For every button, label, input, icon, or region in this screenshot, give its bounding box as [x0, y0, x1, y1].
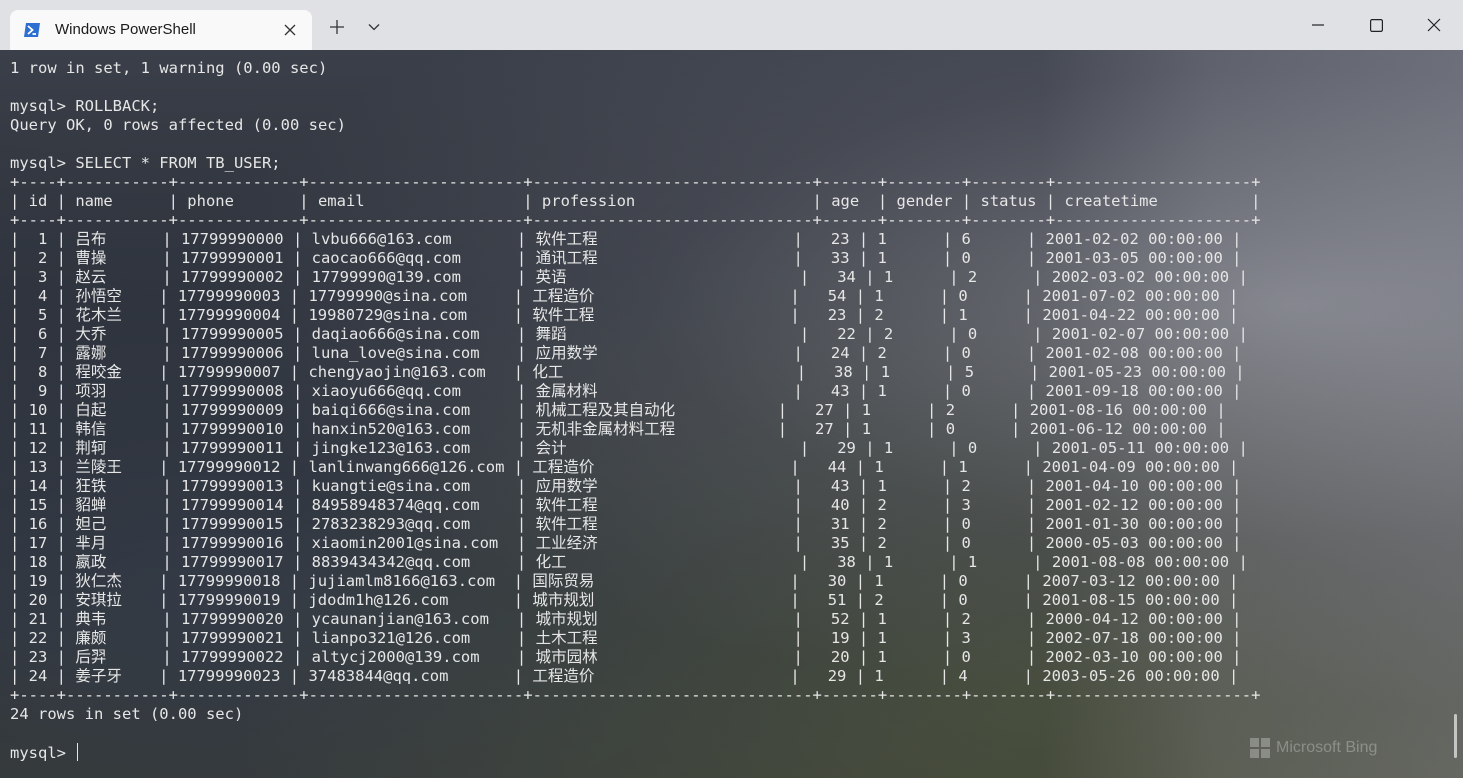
- terminal-line: | 10 | 白起 | 17799990009 | baiqi666@sina.…: [10, 401, 1226, 419]
- maximize-icon: [1369, 18, 1383, 32]
- close-tab-icon[interactable]: [282, 22, 298, 38]
- powershell-icon: [24, 23, 40, 37]
- text-cursor: [77, 743, 79, 761]
- chevron-down-icon: [368, 24, 380, 31]
- tab-title: Windows PowerShell: [55, 21, 196, 38]
- terminal-line: | 18 | 嬴政 | 17799990017 | 8839434342@qq.…: [10, 553, 1248, 571]
- prompt-line[interactable]: mysql>: [10, 743, 1260, 762]
- terminal-line: +----+-----------+-------------+--------…: [10, 211, 1261, 229]
- plus-icon: [330, 20, 344, 34]
- terminal-line: | 13 | 兰陵王 | 17799990012 | lanlinwang666…: [10, 458, 1239, 476]
- terminal-line: | 3 | 赵云 | 17799990002 | 17799990@139.co…: [10, 268, 1248, 286]
- terminal-line: | 24 | 姜子牙 | 17799990023 | 37483844@qq.c…: [10, 667, 1239, 685]
- terminal-line: | 14 | 狂铁 | 17799990013 | kuangtie@sina.…: [10, 477, 1242, 495]
- terminal-line: | 1 | 吕布 | 17799990000 | lvbu666@163.com…: [10, 230, 1242, 248]
- terminal-output[interactable]: 1 row in set, 1 warning (0.00 sec) mysql>…: [0, 50, 1463, 778]
- tab-dropdown-button[interactable]: [361, 14, 387, 40]
- terminal-line: mysql> SELECT * FROM TB_USER;: [10, 154, 281, 172]
- terminal-line: | 12 | 荆轲 | 17799990011 | jingke123@163.…: [10, 439, 1248, 457]
- terminal-line: | 15 | 貂蝉 | 17799990014 | 84958948374@qq…: [10, 496, 1242, 514]
- terminal-line: | id | name | phone | email | profession…: [10, 192, 1261, 210]
- terminal-lines: 1 row in set, 1 warning (0.00 sec) mysql>…: [10, 59, 1260, 762]
- terminal-line: Query OK, 0 rows affected (0.00 sec): [10, 116, 346, 134]
- watermark-text: Microsoft Bing: [1276, 739, 1378, 756]
- close-window-button[interactable]: [1405, 0, 1463, 50]
- terminal-line: | 11 | 韩信 | 17799990010 | hanxin520@163.…: [10, 420, 1226, 438]
- maximize-button[interactable]: [1347, 0, 1405, 50]
- terminal-line: | 17 | 芈月 | 17799990016 | xiaomin2001@si…: [10, 534, 1242, 552]
- new-tab-button[interactable]: [324, 14, 350, 40]
- terminal-line: | 9 | 项羽 | 17799990008 | xiaoyu666@qq.co…: [10, 382, 1242, 400]
- tab-powershell[interactable]: Windows PowerShell: [10, 10, 312, 50]
- terminal-line: | 16 | 妲己 | 17799990015 | 2783238293@qq.…: [10, 515, 1242, 533]
- terminal-line: +----+-----------+-------------+--------…: [10, 686, 1261, 704]
- close-icon: [1427, 18, 1441, 32]
- terminal-line: | 21 | 典韦 | 17799990020 | ycaunanjian@16…: [10, 610, 1242, 628]
- terminal-line: 1 row in set, 1 warning (0.00 sec): [10, 59, 328, 77]
- terminal-line: | 2 | 曹操 | 17799990001 | caocao666@qq.co…: [10, 249, 1242, 267]
- terminal-line: | 23 | 后羿 | 17799990022 | altycj2000@139…: [10, 648, 1242, 666]
- terminal-line: | 4 | 孙悟空 | 17799990003 | 17799990@sina.…: [10, 287, 1239, 305]
- title-bar: Windows PowerShell: [0, 0, 1463, 50]
- terminal-line: | 20 | 安琪拉 | 17799990019 | jdodm1h@126.c…: [10, 591, 1239, 609]
- terminal-line: 24 rows in set (0.00 sec): [10, 705, 244, 723]
- terminal-line: +----+-----------+-------------+--------…: [10, 173, 1261, 191]
- terminal-line: | 19 | 狄仁杰 | 17799990018 | jujiamlm8166@…: [10, 572, 1239, 590]
- terminal-line: | 7 | 露娜 | 17799990006 | luna_love@sina.…: [10, 344, 1242, 362]
- bing-watermark: Microsoft Bing: [1250, 736, 1377, 760]
- terminal-line: | 5 | 花木兰 | 17799990004 | 19980729@sina.…: [10, 306, 1239, 324]
- terminal-line: | 8 | 程咬金 | 17799990007 | chengyaojin@16…: [10, 363, 1245, 381]
- terminal-line: | 6 | 大乔 | 17799990005 | daqiao666@sina.…: [10, 325, 1248, 343]
- minimize-button[interactable]: [1289, 0, 1347, 50]
- prompt-text: mysql>: [10, 744, 76, 762]
- terminal-line: | 22 | 廉颇 | 17799990021 | lianpo321@126.…: [10, 629, 1242, 647]
- terminal-line: mysql> ROLLBACK;: [10, 97, 160, 115]
- scrollbar[interactable]: [1454, 714, 1457, 758]
- bing-logo-icon: [1250, 738, 1270, 758]
- minimize-icon: [1312, 24, 1324, 26]
